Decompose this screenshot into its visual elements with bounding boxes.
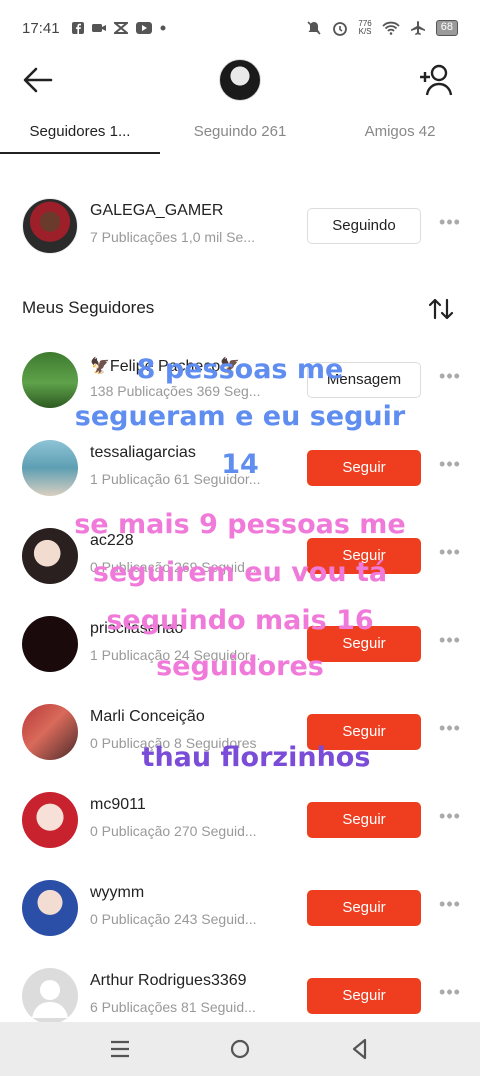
- user-name[interactable]: mc9011: [90, 796, 146, 814]
- more-options-icon[interactable]: •••: [438, 542, 462, 566]
- avatar[interactable]: [22, 198, 78, 254]
- more-options-icon[interactable]: •••: [438, 894, 462, 918]
- home-circle-icon[interactable]: [227, 1036, 253, 1062]
- more-options-icon[interactable]: •••: [438, 630, 462, 654]
- add-user-icon[interactable]: [418, 62, 454, 98]
- more-options-icon[interactable]: •••: [438, 212, 462, 236]
- avatar[interactable]: [22, 704, 78, 760]
- follow-button[interactable]: Seguir: [307, 978, 421, 1014]
- video-icon: [91, 24, 106, 32]
- user-meta: 0 Publicação 269 Seguid...: [90, 559, 257, 575]
- follow-button[interactable]: Seguir: [307, 626, 421, 662]
- menu-icon[interactable]: [107, 1036, 133, 1062]
- followers-section-header: Meus Seguidores: [22, 298, 458, 322]
- sort-arrows-icon[interactable]: [428, 298, 454, 320]
- follow-button[interactable]: Seguir: [307, 890, 421, 926]
- tab-friends[interactable]: Amigos 42: [320, 112, 480, 154]
- active-tab-indicator: [0, 152, 160, 154]
- list-item[interactable]: wyymm 0 Publicação 243 Seguid... Seguir …: [0, 872, 480, 942]
- profile-avatar[interactable]: [219, 59, 261, 101]
- wifi-icon: [382, 21, 400, 35]
- list-item[interactable]: 🦅Felipe Pacheco🦅 138 Publicações 369 Seg…: [0, 344, 480, 414]
- user-meta: 0 Publicação 270 Seguid...: [90, 823, 257, 839]
- follow-button[interactable]: Seguir: [307, 714, 421, 750]
- tab-followers[interactable]: Seguidores 1...: [0, 112, 160, 154]
- follow-button[interactable]: Seguir: [307, 450, 421, 486]
- avatar[interactable]: [22, 352, 78, 408]
- list-item[interactable]: tessaliagarcias 1 Publicação 61 Seguidor…: [0, 432, 480, 502]
- section-title: Meus Seguidores: [22, 298, 155, 317]
- capcut-icon: [113, 22, 128, 34]
- message-button[interactable]: Mensagem: [307, 362, 421, 398]
- list-item[interactable]: Marli Conceição 0 Publicação 8 Seguidore…: [0, 696, 480, 766]
- user-name[interactable]: Arthur Rodrigues3369: [90, 972, 247, 990]
- battery-indicator: 68: [435, 20, 458, 36]
- user-name[interactable]: wyymm: [90, 884, 144, 902]
- back-triangle-icon[interactable]: [347, 1036, 373, 1062]
- avatar[interactable]: [22, 616, 78, 672]
- user-name[interactable]: Marli Conceição: [90, 708, 205, 726]
- featured-user-row[interactable]: GALEGA_GAMER 7 Publicações 1,0 mil Se...…: [0, 190, 480, 260]
- avatar[interactable]: [22, 528, 78, 584]
- user-name[interactable]: GALEGA_GAMER: [90, 202, 223, 220]
- follow-button[interactable]: Seguir: [307, 538, 421, 574]
- more-options-icon[interactable]: •••: [438, 454, 462, 478]
- following-button[interactable]: Seguindo: [307, 208, 421, 244]
- more-options-icon[interactable]: •••: [438, 366, 462, 390]
- status-bar: 17:41 776 K/S 68: [0, 0, 480, 56]
- default-avatar-icon: [32, 980, 68, 1018]
- status-right-icons: 776 K/S 68: [306, 20, 458, 36]
- follow-tabs: Seguidores 1... Seguindo 261 Amigos 42: [0, 112, 480, 154]
- alarm-icon: [333, 22, 348, 36]
- avatar[interactable]: [22, 792, 78, 848]
- more-options-icon[interactable]: •••: [438, 806, 462, 830]
- list-item[interactable]: Arthur Rodrigues3369 6 Publicações 81 Se…: [0, 960, 480, 1030]
- net-speed-unit: K/S: [358, 27, 372, 36]
- user-meta: 1 Publicação 61 Seguidor...: [90, 471, 261, 487]
- list-item[interactable]: mc9011 0 Publicação 270 Seguid... Seguir…: [0, 784, 480, 854]
- avatar[interactable]: [22, 968, 78, 1024]
- user-name[interactable]: ac228: [90, 532, 134, 550]
- user-meta: 1 Publicação 24 Seguidor...: [90, 647, 261, 663]
- top-bar: [0, 56, 480, 104]
- user-name[interactable]: priscilasenao: [90, 620, 183, 638]
- net-speed: 776 K/S: [358, 20, 371, 36]
- avatar[interactable]: [22, 440, 78, 496]
- user-name[interactable]: tessaliagarcias: [90, 444, 196, 462]
- avatar[interactable]: [22, 880, 78, 936]
- more-options-icon[interactable]: •••: [438, 982, 462, 1006]
- more-options-icon[interactable]: •••: [438, 718, 462, 742]
- status-time: 17:41: [22, 19, 60, 37]
- notification-icons: [71, 22, 166, 34]
- user-meta: 0 Publicação 8 Seguidores: [90, 735, 257, 751]
- tab-following[interactable]: Seguindo 261: [160, 112, 320, 154]
- user-meta: 6 Publicações 81 Seguid...: [90, 999, 256, 1015]
- user-meta: 0 Publicação 243 Seguid...: [90, 911, 257, 927]
- airplane-icon: [410, 21, 425, 35]
- system-nav-bar: [0, 1022, 480, 1076]
- dot-icon: [160, 25, 166, 31]
- list-item[interactable]: ac228 0 Publicação 269 Seguid... Seguir …: [0, 520, 480, 590]
- user-meta: 7 Publicações 1,0 mil Se...: [90, 229, 255, 245]
- youtube-icon: [135, 22, 152, 34]
- facebook-icon: [71, 22, 84, 34]
- arrow-left-icon[interactable]: [20, 62, 56, 98]
- list-item[interactable]: priscilasenao 1 Publicação 24 Seguidor..…: [0, 608, 480, 678]
- mute-icon: [307, 21, 321, 35]
- user-meta: 138 Publicações 369 Seg...: [90, 383, 261, 399]
- user-name[interactable]: 🦅Felipe Pacheco🦅: [90, 356, 240, 376]
- follow-button[interactable]: Seguir: [307, 802, 421, 838]
